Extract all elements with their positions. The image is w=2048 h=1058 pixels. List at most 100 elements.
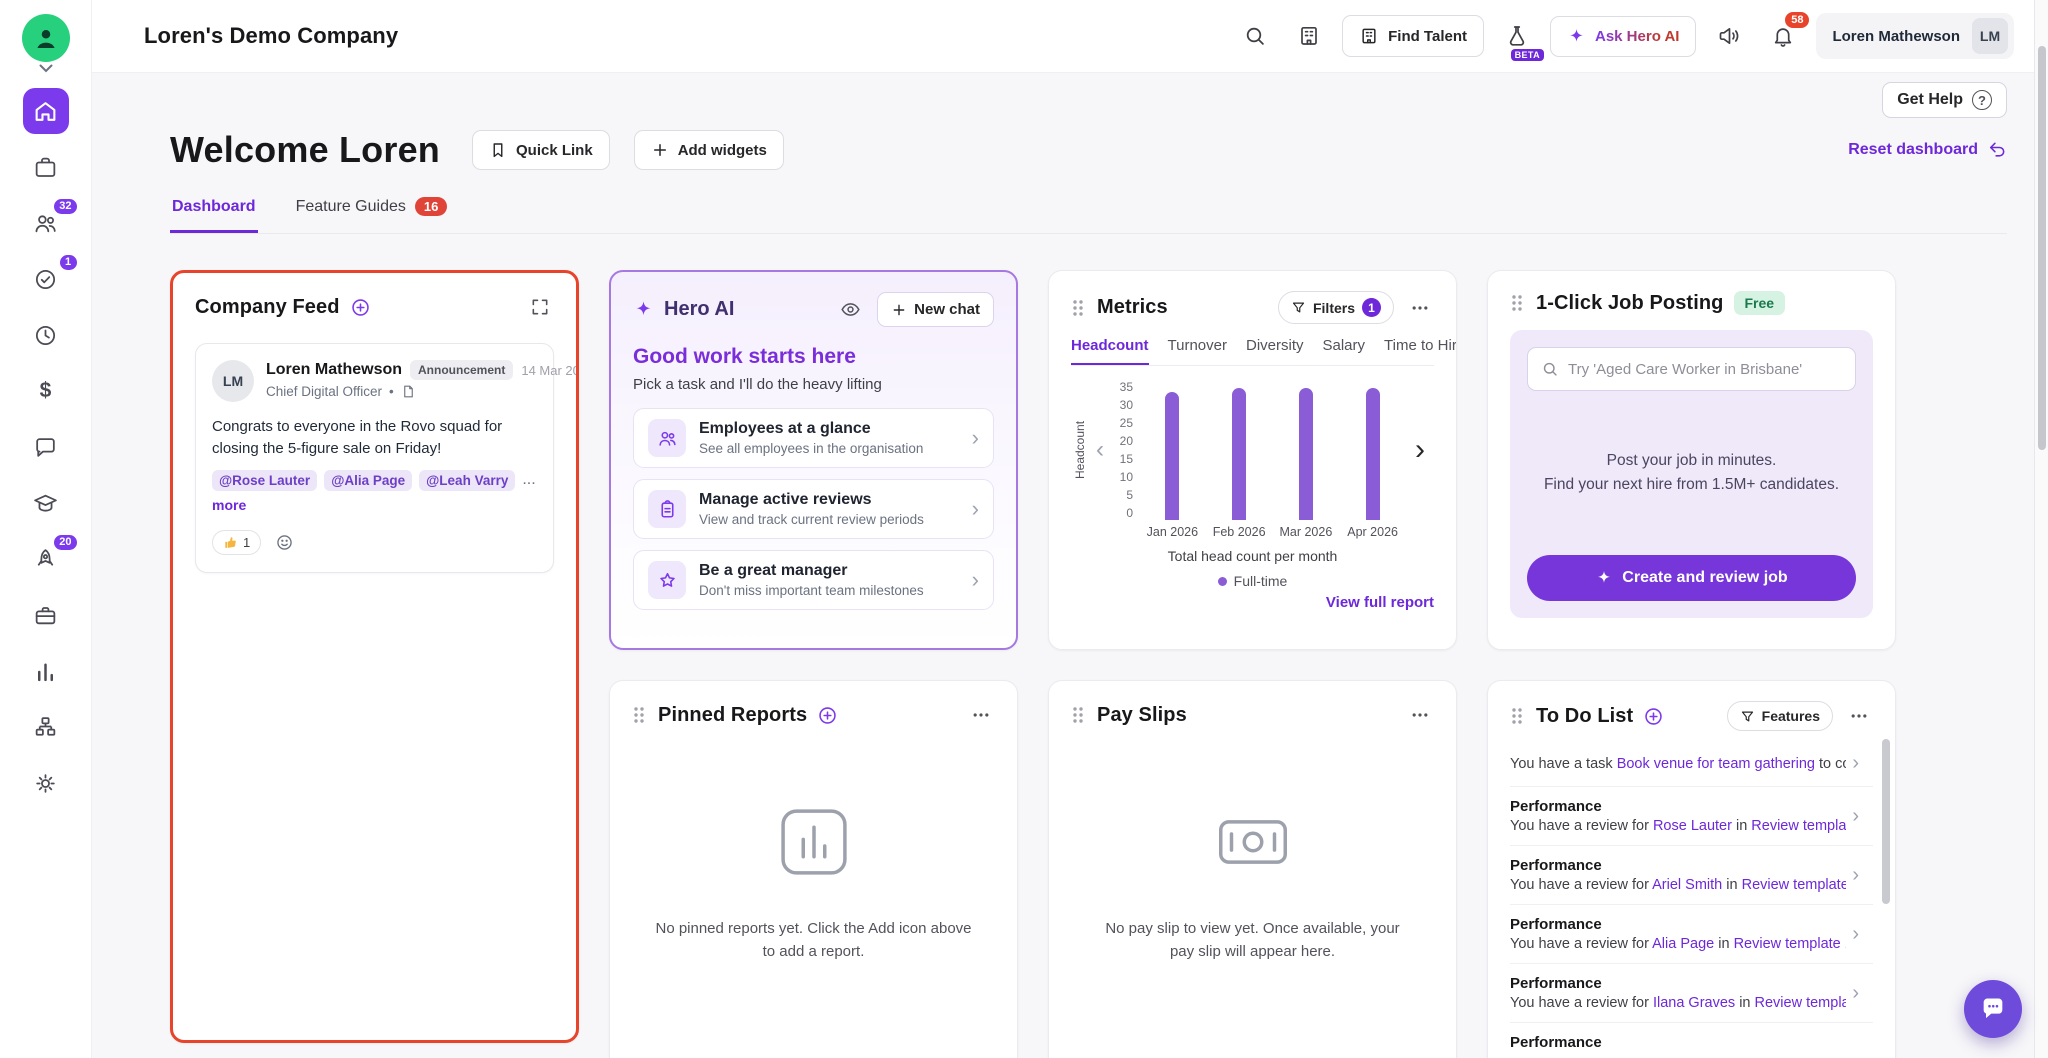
add-widgets-button[interactable]: Add widgets (634, 130, 784, 170)
ask-hero-ai-button[interactable]: Ask Hero AI (1550, 16, 1696, 57)
feed-post[interactable]: LM Loren Mathewson Announcement 14 Mar 2… (195, 343, 554, 573)
tab-feature-guides[interactable]: Feature Guides 16 (294, 197, 450, 233)
add-reaction-icon[interactable] (271, 529, 298, 556)
create-review-job-button[interactable]: Create and review job (1527, 555, 1856, 601)
more-options-icon[interactable] (1406, 294, 1434, 322)
chat-launcher-button[interactable] (1964, 980, 2022, 1038)
feature-guides-badge: 16 (415, 197, 447, 216)
more-options-icon[interactable] (1406, 701, 1434, 729)
drag-handle-icon[interactable] (632, 705, 646, 725)
get-help-button[interactable]: Get Help ? (1882, 82, 2007, 118)
todo-item-link[interactable]: Rose Lauter (1653, 818, 1732, 834)
todo-item-link[interactable]: Review template 1 t... (1734, 936, 1847, 952)
organisation-button[interactable] (1288, 15, 1330, 57)
add-task-icon[interactable] (1643, 706, 1664, 727)
todo-item[interactable]: PerformanceYou have a review for Ariel S… (1510, 846, 1873, 905)
company-name[interactable]: Loren's Demo Company (144, 23, 398, 49)
sidebar-item-payroll[interactable]: $ (23, 368, 69, 414)
todo-scrollbar[interactable] (1882, 739, 1890, 904)
reset-dashboard-button[interactable]: Reset dashboard (1848, 140, 2007, 160)
reset-dashboard-label: Reset dashboard (1848, 141, 1978, 159)
hero-task-employees[interactable]: Employees at a glance See all employees … (633, 408, 994, 468)
hero-task-reviews[interactable]: Manage active reviews View and track cur… (633, 479, 994, 539)
page-scrollbar[interactable] (2034, 0, 2048, 1058)
employment-hero-logo[interactable] (22, 14, 70, 62)
tab-dashboard[interactable]: Dashboard (170, 197, 258, 233)
add-post-icon[interactable] (350, 297, 371, 318)
job-search-field[interactable] (1527, 347, 1856, 391)
sidebar-item-time[interactable] (23, 312, 69, 358)
todo-item[interactable]: PerformanceYou have a review for Alia Pa… (1510, 905, 1873, 964)
dollar-icon: $ (40, 379, 52, 403)
bar (1232, 388, 1246, 520)
eye-icon[interactable] (836, 295, 865, 324)
features-filter-button[interactable]: Features (1727, 701, 1833, 731)
sidebar-item-org-chart[interactable] (23, 704, 69, 750)
todo-item[interactable]: PerformanceYou have a review for Ilana G… (1510, 964, 1873, 1023)
filters-button[interactable]: Filters 1 (1278, 291, 1394, 324)
todo-item[interactable]: Performance (1510, 1023, 1873, 1058)
pinned-reports-title: Pinned Reports (658, 704, 807, 727)
tab-turnover[interactable]: Turnover (1168, 337, 1227, 365)
todo-item-link[interactable]: Ariel Smith (1652, 877, 1722, 893)
todo-item-link[interactable]: Review templat... (1755, 995, 1847, 1011)
sidebar-item-home[interactable] (23, 88, 69, 134)
find-talent-button[interactable]: Find Talent (1342, 15, 1484, 57)
drag-handle-icon[interactable] (1510, 293, 1524, 313)
todo-item-link[interactable]: Review template 1... (1742, 877, 1847, 893)
mention-link[interactable]: @Rose Lauter (212, 470, 317, 491)
sidebar-item-learning[interactable] (23, 480, 69, 526)
post-more-link[interactable]: more (212, 497, 537, 513)
sidebar-item-reports[interactable] (23, 648, 69, 694)
sparkle-icon (1595, 569, 1613, 587)
tab-salary[interactable]: Salary (1323, 337, 1366, 365)
drag-handle-icon[interactable] (1071, 705, 1085, 725)
sidebar-item-toolbox[interactable] (23, 592, 69, 638)
bar (1299, 388, 1313, 520)
sidebar-item-onboarding[interactable]: 20 (23, 536, 69, 582)
chevron-left-icon[interactable]: ‹ (1089, 380, 1111, 520)
expand-icon[interactable] (526, 293, 554, 321)
tab-time-to-hire[interactable]: Time to Hire (1384, 337, 1457, 365)
tab-headcount[interactable]: Headcount (1071, 337, 1149, 365)
sparkle-icon (633, 299, 654, 320)
todo-item[interactable]: PerformanceYou have a review for Rose La… (1510, 787, 1873, 846)
sidebar-item-settings[interactable] (23, 760, 69, 806)
todo-item-link[interactable]: Ilana Graves (1653, 995, 1735, 1011)
drag-handle-icon[interactable] (1071, 298, 1085, 318)
x-axis-label: Feb 2026 (1206, 525, 1273, 539)
more-options-icon[interactable] (967, 701, 995, 729)
more-options-icon[interactable] (1845, 702, 1873, 730)
job-search-input[interactable] (1568, 361, 1842, 378)
mention-link[interactable]: @Leah Varry (419, 470, 515, 491)
announcements-button[interactable] (1708, 15, 1750, 57)
new-chat-button[interactable]: New chat (877, 292, 994, 327)
labs-button[interactable]: BETA (1496, 15, 1538, 57)
mention-link[interactable]: @Alia Page (324, 470, 412, 491)
tab-diversity[interactable]: Diversity (1246, 337, 1304, 365)
sidebar-item-jobs[interactable] (23, 144, 69, 190)
quick-link-button[interactable]: Quick Link (472, 130, 610, 170)
page-scrollbar-thumb[interactable] (2038, 46, 2046, 450)
todo-item-link[interactable]: Book venue for team gathering (1617, 756, 1815, 772)
todo-item-link[interactable]: Review template... (1751, 818, 1846, 834)
hero-task-manager[interactable]: Be a great manager Don't miss important … (633, 550, 994, 610)
search-button[interactable] (1234, 15, 1276, 57)
notifications-button[interactable]: 58 (1762, 15, 1804, 57)
hero-ai-widget: Hero AI New chat Good work starts here P… (609, 270, 1018, 650)
sidebar-item-messages[interactable] (23, 424, 69, 470)
view-full-report-link[interactable]: View full report (1071, 594, 1434, 611)
y-axis-tick: 10 (1120, 470, 1133, 484)
sidebar-item-people[interactable]: 32 (23, 200, 69, 246)
add-report-icon[interactable] (817, 705, 838, 726)
reaction-pill[interactable]: 1 (212, 530, 261, 555)
todo-item-link[interactable]: Alia Page (1652, 936, 1714, 952)
chevron-right-icon[interactable]: › (1406, 380, 1434, 520)
todo-item[interactable]: You have a task Book venue for team gath… (1510, 741, 1873, 787)
drag-handle-icon[interactable] (1510, 706, 1524, 726)
sidebar-item-tasks[interactable]: 1 (23, 256, 69, 302)
org-chevron-down-icon[interactable] (39, 64, 53, 73)
user-menu[interactable]: Loren Mathewson LM (1816, 13, 2014, 59)
post-author[interactable]: Loren Mathewson (266, 361, 402, 379)
search-icon (1541, 360, 1559, 378)
